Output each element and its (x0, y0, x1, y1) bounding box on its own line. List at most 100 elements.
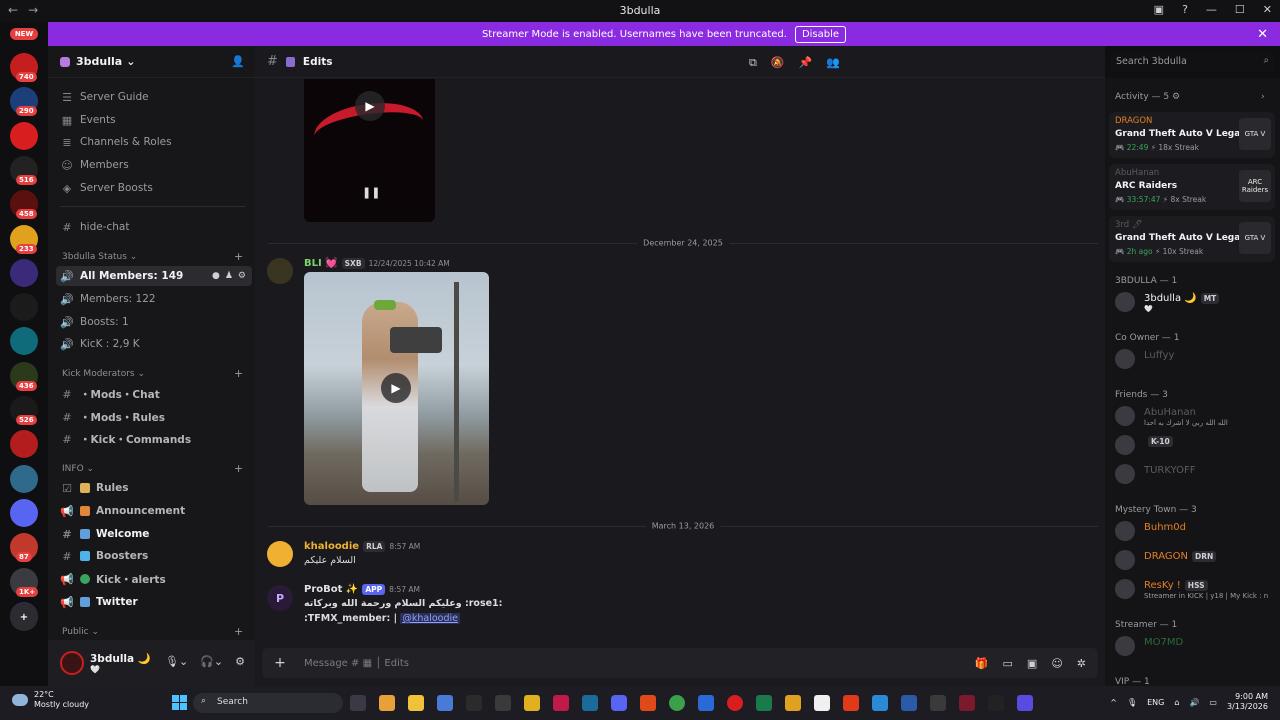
add-attachment-icon[interactable]: + (262, 655, 298, 671)
category-kick-moderators[interactable]: Kick Moderators ⌄ + (62, 367, 243, 380)
message-author[interactable]: khaloodie RLA 8:57 AM (304, 541, 420, 552)
discord-icon[interactable] (611, 695, 627, 711)
video-attachment[interactable]: ▶ (304, 272, 489, 505)
channel-kick-commands[interactable]: # ・Kick・Commands (56, 429, 252, 449)
member-item[interactable]: AbuHanan الله الله ربي لا أشرك به أحدا (1115, 404, 1275, 428)
invite-icon[interactable]: ♟ (225, 271, 233, 281)
taskbar-search[interactable]: ⌕ Search (193, 693, 343, 713)
emoji-icon[interactable]: ☺ (1051, 657, 1062, 670)
add-channel-icon[interactable]: + (234, 367, 243, 380)
channel-twitter[interactable]: 📢 Twitter (56, 592, 252, 612)
teams-icon[interactable] (1017, 695, 1033, 711)
network-icon[interactable]: ⌂ (1174, 698, 1179, 707)
channel-boosts-count[interactable]: 🔊 Boosts: 1 (56, 312, 252, 332)
app-icon[interactable] (930, 695, 946, 711)
excel-icon[interactable] (756, 695, 772, 711)
channel-all-members[interactable]: 🔊 All Members: 149 ● ♟ ⚙ (56, 266, 252, 286)
bot-avatar[interactable]: P (267, 585, 293, 611)
video-attachment[interactable]: ▶ ❚❚ (304, 79, 435, 222)
help-icon[interactable]: ? (1182, 3, 1188, 16)
battery-icon[interactable]: ▭ (1209, 698, 1217, 707)
server-icon[interactable] (10, 258, 38, 287)
avatar[interactable] (60, 651, 84, 675)
chevron-right-icon[interactable]: › (1261, 92, 1265, 102)
search-input[interactable]: Search 3bdulla ⌕ (1110, 52, 1275, 72)
disable-button[interactable]: Disable (794, 25, 847, 43)
play-icon[interactable]: ▶ (355, 91, 385, 121)
member-item[interactable]: TURKYOFF (1115, 462, 1275, 486)
category-status[interactable]: 3bdulla Status ⌄ + (62, 250, 243, 263)
microphone-icon[interactable]: 🎙 (1127, 698, 1137, 707)
pin-icon[interactable]: 📌 (799, 56, 813, 70)
app-icon[interactable] (901, 695, 917, 711)
avatar[interactable] (267, 258, 293, 284)
app-icon[interactable] (698, 695, 714, 711)
channel-mods-rules[interactable]: # ・Mods・Rules (56, 407, 252, 427)
channel-kick-count[interactable]: 🔊 KicK : 2,9 K (56, 334, 252, 354)
language-indicator[interactable]: ENG (1147, 698, 1164, 707)
volume-icon[interactable]: 🔊 (1189, 698, 1199, 707)
channel-rules[interactable]: ☑ Rules (56, 478, 252, 498)
play-icon[interactable]: ▶ (381, 373, 411, 403)
invite-icon[interactable]: 👤 (231, 55, 245, 68)
gear-icon[interactable]: ⚙ (235, 655, 245, 668)
server-icon[interactable] (10, 464, 38, 493)
file-explorer-icon[interactable] (408, 695, 424, 711)
capcut-icon[interactable] (988, 695, 1004, 711)
avatar[interactable] (267, 541, 293, 567)
add-channel-icon[interactable]: + (234, 462, 243, 475)
app-icon[interactable] (872, 695, 888, 711)
server-icon[interactable] (10, 121, 38, 150)
app-icon[interactable] (466, 695, 482, 711)
channel-roles[interactable]: ≣ Channels & Roles (56, 132, 252, 152)
copilot-icon[interactable] (379, 695, 395, 711)
app-icon[interactable] (495, 695, 511, 711)
gif-icon[interactable]: ▭ (1003, 657, 1013, 670)
chat-icon[interactable]: ● (212, 271, 220, 281)
apps-icon[interactable]: ✲ (1077, 657, 1086, 670)
server-icon[interactable] (10, 498, 38, 527)
app-icon[interactable] (553, 695, 569, 711)
member-item[interactable]: 3bdulla 🌙 MT 🤍 (1115, 290, 1275, 314)
channel-hide-chat[interactable]: # hide-chat (56, 217, 252, 237)
server-icon[interactable] (10, 293, 38, 322)
settings-icon[interactable] (437, 695, 453, 711)
app-icon[interactable] (959, 695, 975, 711)
channel-server-boosts[interactable]: ◈ Server Boosts (56, 178, 252, 198)
task-view-icon[interactable] (350, 695, 366, 711)
steam-icon[interactable] (582, 695, 598, 711)
message-author[interactable]: BLI 💓 SXB 12/24/2025 10:42 AM (304, 258, 450, 269)
microphone-icon[interactable]: 🎙⌄ (165, 655, 188, 668)
guild-header[interactable]: 3bdulla ⌄ 👤 (48, 46, 255, 78)
sticker-icon[interactable]: ▣ (1027, 657, 1037, 670)
server-icon[interactable] (10, 327, 38, 356)
channel-server-guide[interactable]: ☰ Server Guide (56, 87, 252, 107)
channel-boosters[interactable]: # Boosters (56, 546, 252, 566)
threads-icon[interactable]: ⧉ (749, 56, 757, 70)
brave-icon[interactable] (640, 695, 656, 711)
channel-members-count[interactable]: 🔊 Members: 122 (56, 289, 252, 309)
add-server-icon[interactable]: + (10, 603, 38, 631)
category-info[interactable]: INFO ⌄ + (62, 462, 243, 475)
member-item[interactable]: Luffyy (1115, 347, 1275, 371)
app-icon[interactable] (727, 695, 743, 711)
channel-events[interactable]: ▦ Events (56, 110, 252, 130)
close-icon[interactable]: ✕ (1263, 3, 1272, 16)
app-icon[interactable] (785, 695, 801, 711)
weather-widget[interactable]: 22°C Mostly cloudy (12, 690, 89, 710)
channel-kick-alerts[interactable]: 📢 Kick・alerts (56, 569, 252, 589)
maximize-icon[interactable]: ☐ (1235, 3, 1245, 16)
headphones-icon[interactable]: 🎧⌄ (200, 655, 223, 668)
bell-icon[interactable]: 🔕 (771, 56, 785, 70)
user-mention[interactable]: @khaloodie (400, 613, 460, 624)
member-item[interactable]: ResKy ! HSS Streamer in KICK | y18 | My Ki… (1115, 577, 1275, 601)
add-channel-icon[interactable]: + (234, 250, 243, 263)
gift-icon[interactable]: 🎁 (975, 657, 989, 670)
activity-header[interactable]: Activity — 5 ⚙ › (1115, 92, 1265, 102)
activity-card[interactable]: AbuHanan ARC Raiders 🎮 33:57:47 ⚡ 8x Strea… (1109, 164, 1275, 210)
channel-welcome[interactable]: # Welcome (56, 524, 252, 544)
message-author[interactable]: ProBot ✨ APP 8:57 AM (304, 584, 420, 595)
channel-mods-chat[interactable]: # ・Mods・Chat (56, 384, 252, 404)
inbox-icon[interactable]: ▣ (1154, 3, 1164, 16)
member-item[interactable]: Buhm0d (1115, 519, 1275, 543)
